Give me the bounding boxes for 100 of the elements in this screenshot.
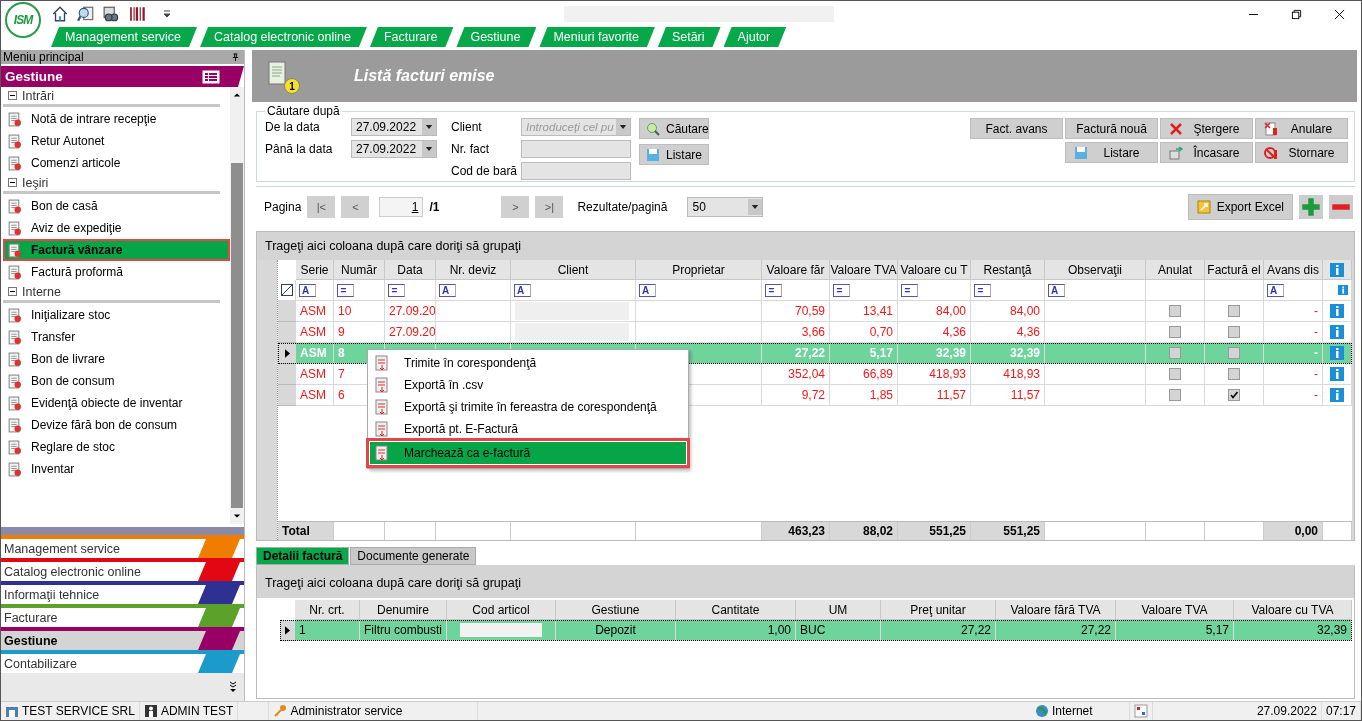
checkbox[interactable]: [1169, 347, 1181, 359]
checkbox[interactable]: [1228, 368, 1240, 380]
column-header[interactable]: Cod articol: [447, 600, 556, 620]
date-field[interactable]: 27.09.2022: [351, 140, 437, 158]
group-header[interactable]: Interne: [22, 284, 61, 299]
info-icon[interactable]: [1330, 346, 1344, 360]
column-header[interactable]: Valoare cu TVA: [1234, 600, 1352, 620]
column-header[interactable]: Cantitate: [676, 600, 796, 620]
filter-operator[interactable]: =: [337, 283, 354, 297]
menu-item[interactable]: Exportă pt. E-Factură: [370, 418, 686, 440]
info-icon[interactable]: [1330, 367, 1344, 381]
info-icon[interactable]: [1330, 304, 1344, 318]
filter-operator[interactable]: =: [901, 283, 918, 297]
sidebar-item[interactable]: Factură vânzare: [3, 239, 230, 261]
column-header[interactable]: Client: [511, 260, 636, 280]
column-header[interactable]: Avans dis: [1264, 260, 1323, 280]
column-header[interactable]: Valoare făr: [762, 260, 830, 280]
close-icon[interactable]: [1334, 8, 1345, 20]
scroll-up-icon[interactable]: [233, 92, 241, 98]
tab[interactable]: Detalii factură: [256, 547, 350, 565]
column-header[interactable]: Proprietar: [636, 260, 762, 280]
sidebar-item[interactable]: Evidenţă obiecte de inventar: [3, 392, 230, 414]
input-field[interactable]: [521, 140, 631, 158]
pin-icon[interactable]: [231, 52, 240, 62]
module-button[interactable]: Facturare: [1, 604, 244, 627]
table-row[interactable]: 1 Filtru combusti Depozit 1,00 BUC 27,22 27,22 5,17 32,39: [280, 620, 1352, 641]
column-header[interactable]: Nr. crt.: [295, 600, 360, 620]
export-button[interactable]: Export Excel: [1187, 194, 1293, 220]
module-button[interactable]: Catalog electronic online: [1, 558, 244, 581]
sidebar-item[interactable]: Inventar: [3, 458, 230, 480]
scrollbar[interactable]: [230, 87, 244, 524]
first-page-button[interactable]: |<: [307, 196, 336, 218]
filter-operator[interactable]: A: [514, 283, 531, 297]
filter-operator[interactable]: A: [1048, 283, 1065, 297]
filter-operator[interactable]: =: [974, 283, 991, 297]
column-header[interactable]: Nr. deviz: [436, 260, 511, 280]
module-button[interactable]: Gestiune: [1, 627, 244, 650]
filter-operator[interactable]: =: [765, 283, 782, 297]
checkbox[interactable]: [1228, 305, 1240, 317]
sidebar-item[interactable]: Comenzi articole: [3, 152, 230, 174]
previous-page-button[interactable]: <: [341, 196, 370, 218]
column-header[interactable]: Preţ unitar: [881, 600, 996, 620]
filter-operator[interactable]: =: [388, 283, 405, 297]
module-button[interactable]: Contabilizare: [1, 650, 244, 673]
collapse-icon[interactable]: [8, 91, 17, 100]
home-icon[interactable]: [51, 5, 69, 23]
chevron-icon[interactable]: [228, 681, 238, 693]
checkbox[interactable]: [1169, 326, 1181, 338]
column-header[interactable]: Număr: [334, 260, 385, 280]
action-button[interactable]: Ştergere: [1160, 118, 1253, 139]
action-button[interactable]: Fact. avans: [970, 118, 1063, 139]
filter-cell[interactable]: [1205, 280, 1264, 301]
sidebar-item[interactable]: Devize fără bon de consum: [3, 414, 230, 436]
input-field[interactable]: [521, 162, 631, 180]
page-size-dropdown[interactable]: 50: [687, 197, 764, 217]
sidebar-item[interactable]: Iniţializare stoc: [3, 304, 230, 326]
page-field[interactable]: 1: [379, 197, 424, 217]
column-header[interactable]: UM: [796, 600, 881, 620]
sidebar-item[interactable]: Reglare de stoc: [3, 436, 230, 458]
group-header[interactable]: Ieşiri: [22, 175, 49, 190]
column-header[interactable]: Valoare cu T: [898, 260, 971, 280]
action-button[interactable]: Încasare: [1160, 142, 1253, 163]
next-page-button[interactable]: >: [501, 196, 530, 218]
add-icon[interactable]: [1299, 195, 1323, 219]
table-row[interactable]: ASM 10 27.09.20 70,59 13,41 84,00 84,00 -: [278, 301, 1352, 322]
info-icon[interactable]: [1338, 285, 1348, 295]
column-header[interactable]: Serie: [296, 260, 334, 280]
info-icon[interactable]: [1330, 262, 1344, 277]
action-button[interactable]: Căutare: [639, 118, 709, 139]
search-icon[interactable]: [77, 5, 95, 23]
column-header[interactable]: Valoare TVA: [1116, 600, 1234, 620]
splitter-handle[interactable]: [1, 527, 244, 535]
info-icon[interactable]: [1330, 388, 1344, 402]
column-header[interactable]: Anulat: [1146, 260, 1205, 280]
action-button[interactable]: Listare: [639, 144, 709, 165]
barcode-icon[interactable]: [129, 5, 147, 23]
sidebar-item[interactable]: Transfer: [3, 326, 230, 348]
collapse-icon[interactable]: [8, 178, 17, 187]
checkbox[interactable]: [1228, 389, 1240, 401]
column-header[interactable]: Observaţii: [1045, 260, 1146, 280]
action-button[interactable]: Stornare: [1255, 142, 1348, 163]
sidebar-item[interactable]: Bon de casă: [3, 195, 230, 217]
action-button[interactable]: Listare: [1065, 142, 1158, 163]
filter-operator[interactable]: A: [439, 283, 456, 297]
sidebar-item[interactable]: Bon de livrare: [3, 348, 230, 370]
filter-operator[interactable]: A: [1267, 283, 1284, 297]
sidebar-item[interactable]: Notă de intrare recepţie: [3, 108, 230, 130]
checkbox[interactable]: [1228, 326, 1240, 338]
column-header[interactable]: Valoare fără TVA: [996, 600, 1116, 620]
collapse-icon[interactable]: [8, 287, 17, 296]
column-header[interactable]: Denumire: [360, 600, 447, 620]
group-by-panel[interactable]: Trageţi aici coloana după care doriţi să grupaţi: [257, 568, 1354, 598]
checkbox[interactable]: [1169, 368, 1181, 380]
column-header[interactable]: Gestiune: [556, 600, 676, 620]
column-header[interactable]: Restanţă: [971, 260, 1045, 280]
restore-icon[interactable]: [1291, 8, 1302, 20]
sidebar-item[interactable]: Factură proformă: [3, 261, 230, 283]
scroll-down-icon[interactable]: [233, 513, 241, 519]
filter-operator[interactable]: A: [639, 283, 656, 297]
module-button[interactable]: Informaţii tehnice: [1, 581, 244, 604]
